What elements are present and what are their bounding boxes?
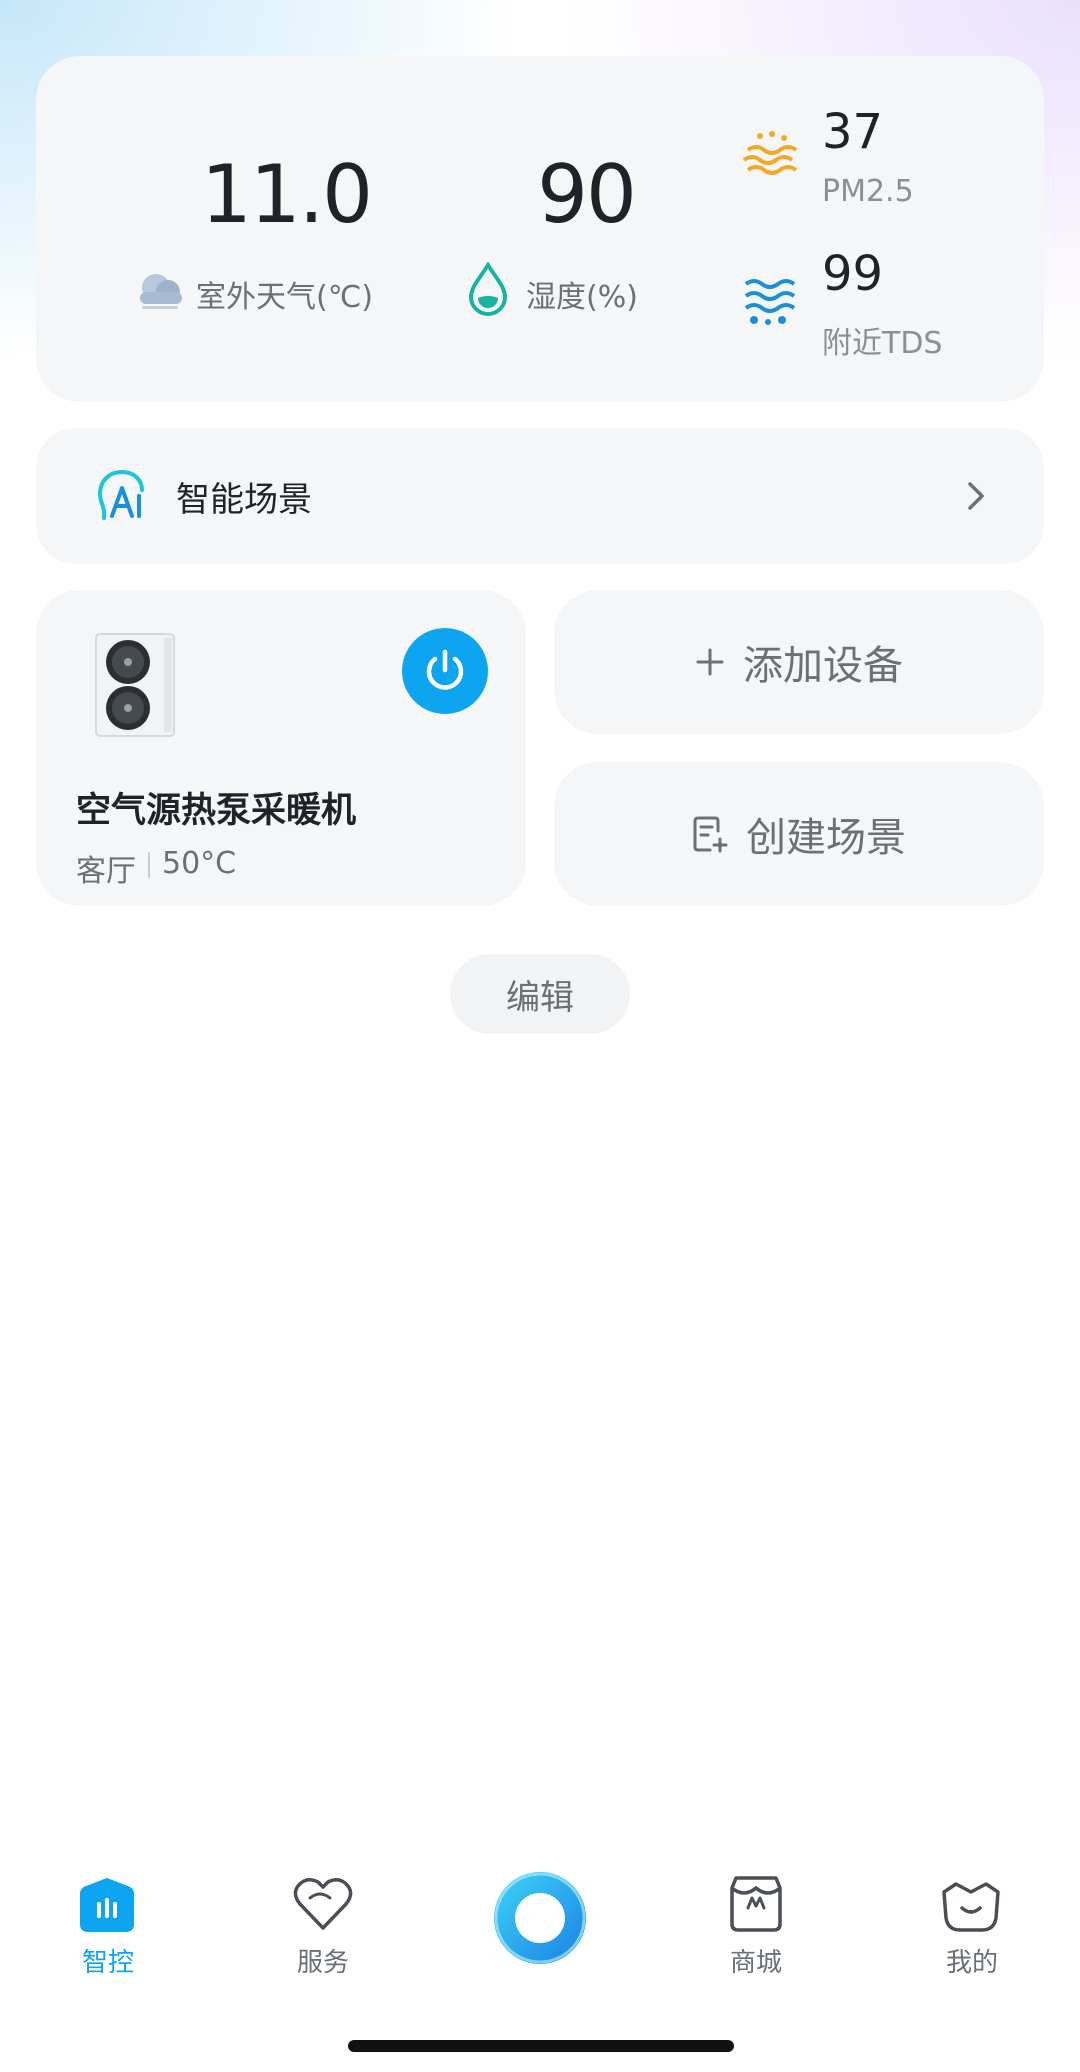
edit-button[interactable]: 编辑 (450, 954, 630, 1034)
profile-face-icon (942, 1882, 1000, 1932)
voice-assistant-orb-icon (494, 1872, 586, 1964)
pm25-haze-icon (742, 131, 798, 175)
device-name: 空气源热泵采暖机 (76, 791, 357, 831)
create-scene-icon (693, 816, 728, 853)
tds-label: 附近TDS (822, 326, 943, 361)
smart-scene-bar[interactable]: 智能场景 (36, 428, 1044, 564)
ai-head-icon (97, 470, 144, 520)
humidity-value: 90 (537, 148, 637, 241)
pm25-value: 37 (822, 104, 884, 160)
add-device-label: 添加设备 (743, 643, 903, 689)
power-button[interactable] (402, 628, 488, 714)
home-indicator[interactable] (348, 2040, 734, 2052)
smart-scene-label: 智能场景 (176, 480, 312, 520)
device-temp: 50°C (162, 846, 237, 881)
nav-label-service: 服务 (296, 1948, 349, 1978)
pm25-label: PM2.5 (822, 174, 914, 209)
nav-label-mine: 我的 (945, 1948, 998, 1978)
heat-pump-device-image (95, 633, 175, 737)
humidity-drop-icon (468, 262, 508, 316)
mall-shop-icon (730, 1876, 782, 1932)
device-room: 客厅 (76, 854, 136, 889)
outdoor-temp-label: 室外天气(℃) (196, 280, 374, 315)
divider (148, 852, 150, 878)
power-icon (426, 649, 464, 690)
plus-icon (696, 648, 724, 676)
cloudy-weather-icon (140, 274, 182, 309)
nav-label-mall: 商城 (729, 1948, 782, 1978)
nav-label-control: 智控 (81, 1948, 134, 1978)
add-device-button[interactable]: 添加设备 (554, 590, 1044, 734)
device-card-heat-pump[interactable]: 空气源热泵采暖机 客厅 50°C (36, 590, 526, 906)
outdoor-temp-value: 11.0 (200, 148, 373, 241)
create-scene-button[interactable]: 创建场景 (554, 762, 1044, 906)
chevron-right-icon (968, 482, 984, 510)
control-icon (80, 1878, 134, 1932)
tds-value: 99 (822, 246, 884, 302)
weather-card: 11.0 室外天气(℃) 90 湿度(%) 37 PM2.5 99 附近TDS (36, 56, 1044, 402)
create-scene-label: 创建场景 (746, 815, 906, 861)
humidity-label: 湿度(%) (526, 280, 638, 315)
tds-water-icon (744, 279, 796, 325)
heart-service-icon (293, 1878, 353, 1930)
